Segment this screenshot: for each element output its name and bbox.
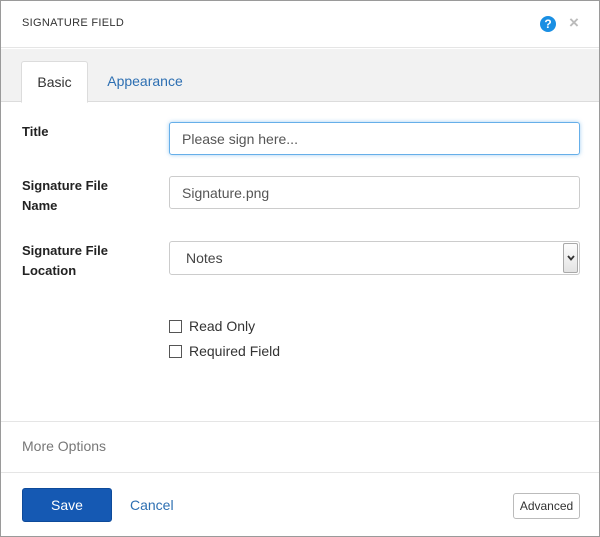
file-name-label-line2: Name [22, 198, 58, 213]
read-only-checkbox[interactable] [169, 320, 182, 333]
dialog-header: SIGNATURE FIELD ? × [1, 1, 599, 48]
required-field-label: Required Field [189, 343, 281, 359]
location-selected-value: Notes [186, 250, 223, 266]
title-label: Title [22, 122, 49, 142]
read-only-label: Read Only [189, 318, 256, 334]
location-label-line1: Signature File [22, 243, 108, 258]
tab-bar: Basic Appearance [1, 49, 599, 103]
save-button[interactable]: Save [22, 488, 112, 522]
tab-basic[interactable]: Basic [21, 61, 88, 103]
title-input[interactable] [169, 122, 580, 155]
cancel-button[interactable]: Cancel [130, 497, 174, 513]
file-name-input[interactable] [169, 176, 580, 209]
advanced-button[interactable]: Advanced [513, 493, 580, 519]
location-select[interactable]: Notes [169, 241, 580, 275]
select-arrow-button[interactable] [563, 243, 578, 273]
location-label-line2: Location [22, 263, 77, 278]
signature-field-dialog: SIGNATURE FIELD ? × Basic Appearance Tit… [0, 0, 600, 537]
more-options-link[interactable]: More Options [22, 438, 106, 454]
file-name-label-line1: Signature File [22, 178, 108, 193]
file-name-label: Signature File Name [22, 176, 108, 216]
help-icon[interactable]: ? [540, 16, 556, 32]
chevron-down-icon [567, 255, 575, 261]
divider-top [1, 421, 599, 422]
close-icon[interactable]: × [567, 13, 581, 33]
dialog-title: SIGNATURE FIELD [22, 17, 125, 29]
divider-bottom [1, 472, 599, 473]
tab-appearance[interactable]: Appearance [100, 61, 190, 103]
title-label-text: Title [22, 124, 49, 139]
location-label: Signature File Location [22, 241, 108, 281]
required-field-checkbox[interactable] [169, 345, 182, 358]
